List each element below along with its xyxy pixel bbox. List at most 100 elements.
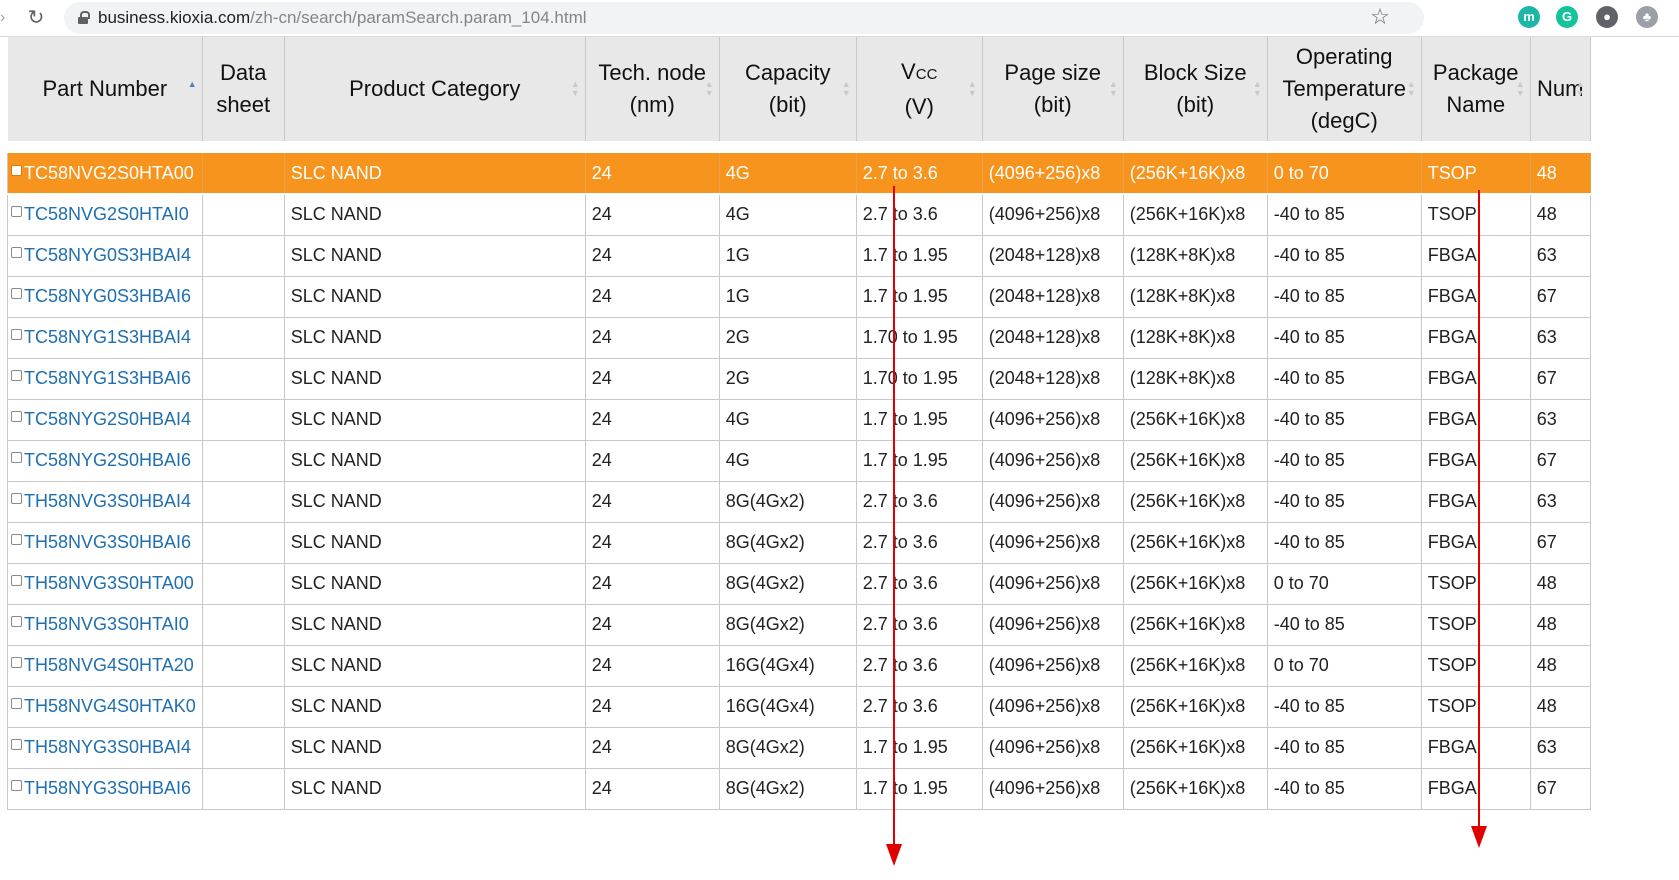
cell-datasheet xyxy=(202,768,285,810)
part-number-link[interactable]: TH58NVG3S0HBAI6 xyxy=(24,532,191,552)
cell-num: 63 xyxy=(1530,235,1591,277)
puzzle-extension-icon[interactable]: ♣ xyxy=(1636,6,1658,28)
table-row[interactable]: TH58NVG3S0HTA00 SLC NAND 24 8G(4Gx2) 2.7 to … xyxy=(7,563,1591,605)
part-number-link[interactable]: TC58NYG2S0HBAI4 xyxy=(24,409,191,429)
column-header-capacity[interactable]: Capacity (bit) ▲ ▼ xyxy=(718,37,857,141)
column-header-product-category[interactable]: Product Category ▲ ▼ xyxy=(283,37,586,141)
row-checkbox[interactable] xyxy=(11,329,22,340)
sort-icon[interactable]: ▲ ▼ xyxy=(1109,80,1118,98)
part-number-link[interactable]: TC58NYG1S3HBAI6 xyxy=(24,368,191,388)
cell-operating-temperature: -40 to 85 xyxy=(1267,727,1422,769)
part-number-link[interactable]: TC58NVG2S0HTA00 xyxy=(24,163,194,183)
column-header-num[interactable]: Num ▲ ▼ xyxy=(1529,37,1591,141)
cell-page-size: (4096+256)x8 xyxy=(982,481,1124,523)
sort-icon[interactable]: ▲ ▼ xyxy=(1576,80,1585,98)
row-checkbox[interactable] xyxy=(11,575,22,586)
column-header-part-number[interactable]: Part Number ▲ ▼ xyxy=(7,37,203,141)
sort-icon[interactable]: ▲ ▼ xyxy=(842,80,851,98)
table-row[interactable]: TH58NVG4S0HTA20 SLC NAND 24 16G(4Gx4) 2.7 to… xyxy=(7,645,1591,687)
sort-icon[interactable]: ▲ ▼ xyxy=(968,80,977,98)
cell-datasheet xyxy=(202,645,285,687)
part-number-link[interactable]: TH58NYG3S0HBAI4 xyxy=(24,737,191,757)
cell-block-size: (256K+16K)x8 xyxy=(1123,440,1268,482)
table-row[interactable]: TH58NVG4S0HTAK0 SLC NAND 24 16G(4Gx4) 2.7 to… xyxy=(7,686,1591,728)
part-number-link[interactable]: TC58NYG2S0HBAI6 xyxy=(24,450,191,470)
table-row[interactable]: TC58NYG1S3HBAI6 SLC NAND 24 2G 1.70 to 1.95(… xyxy=(7,358,1591,400)
column-header-page-size[interactable]: Page size (bit) ▲ ▼ xyxy=(981,37,1124,141)
cell-part-number: TH58NVG4S0HTA20 xyxy=(7,645,203,687)
table-row[interactable]: TH58NVG3S0HBAI4 SLC NAND 24 8G(4Gx2) 2.7 to … xyxy=(7,481,1591,523)
parts-table: Part Number ▲ ▼ Data sheet Product Category ▲ ▼… xyxy=(7,37,1591,810)
part-number-link[interactable]: TC58NYG0S3HBAI4 xyxy=(24,245,191,265)
column-header-label: sheet xyxy=(216,92,271,117)
grammarly-icon[interactable]: G xyxy=(1556,6,1578,28)
table-body: TC58NVG2S0HTA00 SLC NAND 24 4G 2.7 to 3.6 (40… xyxy=(7,141,1591,810)
cell-block-size: (256K+16K)x8 xyxy=(1123,522,1268,564)
column-header-block-size[interactable]: Block Size (bit) ▲ ▼ xyxy=(1122,37,1268,141)
cell-block-size: (128K+8K)x8 xyxy=(1123,235,1268,277)
table-row[interactable]: TC58NYG2S0HBAI6 SLC NAND 24 4G 1.7 to 1.95 (4… xyxy=(7,440,1591,482)
header-spacer xyxy=(7,141,1591,153)
sort-icon[interactable]: ▲ ▼ xyxy=(1516,80,1525,98)
reload-icon[interactable]: ↻ xyxy=(24,6,48,30)
row-checkbox[interactable] xyxy=(11,411,22,422)
part-number-link[interactable]: TH58NVG3S0HBAI4 xyxy=(24,491,191,511)
teal-extension-icon[interactable]: m xyxy=(1518,6,1540,28)
sort-icon[interactable]: ▲ ▼ xyxy=(705,80,714,98)
row-checkbox[interactable] xyxy=(11,739,22,750)
row-checkbox[interactable] xyxy=(11,247,22,258)
cell-page-size: (4096+256)x8 xyxy=(982,768,1124,810)
cell-part-number: TC58NYG0S3HBAI6 xyxy=(7,276,203,318)
address-bar[interactable]: business.kioxia.com/zh-cn/search/paramSe… xyxy=(64,2,1424,34)
table-row[interactable]: TC58NYG1S3HBAI4 SLC NAND 24 2G 1.70 to 1.95(… xyxy=(7,317,1591,359)
row-checkbox[interactable] xyxy=(11,288,22,299)
row-checkbox[interactable] xyxy=(11,493,22,504)
part-number-link[interactable]: TH58NVG4S0HTA20 xyxy=(24,655,194,675)
row-checkbox[interactable] xyxy=(11,370,22,381)
cell-block-size: (256K+16K)x8 xyxy=(1123,645,1268,687)
row-checkbox[interactable] xyxy=(11,698,22,709)
forward-icon[interactable]: › xyxy=(0,8,10,28)
table-row[interactable]: TH58NYG3S0HBAI6 SLC NAND 24 8G(4Gx2) 1.7 to … xyxy=(7,768,1591,810)
sort-icon[interactable]: ▲ ▼ xyxy=(571,80,580,98)
table-row[interactable]: TC58NVG2S0HTAI0 SLC NAND 24 4G 2.7 to 3.6 (40… xyxy=(7,194,1591,236)
column-header-tech-node[interactable]: Tech. node (nm) ▲ ▼ xyxy=(584,37,720,141)
cell-product-category: SLC NAND xyxy=(284,358,586,400)
part-number-link[interactable]: TH58NYG3S0HBAI6 xyxy=(24,778,191,798)
column-header-package-name[interactable]: Package Name ▲ ▼ xyxy=(1420,37,1531,141)
part-number-link[interactable]: TH58NVG3S0HTAI0 xyxy=(24,614,189,634)
part-number-link[interactable]: TC58NVG2S0HTAI0 xyxy=(24,204,189,224)
column-header-label: Page size xyxy=(1004,60,1102,85)
row-checkbox[interactable] xyxy=(11,452,22,463)
table-row[interactable]: TC58NYG0S3HBAI6 SLC NAND 24 1G 1.7 to 1.95 (2… xyxy=(7,276,1591,318)
bookmark-star-icon[interactable]: ☆ xyxy=(1368,5,1392,29)
table-row[interactable]: TC58NYG2S0HBAI4 SLC NAND 24 4G 1.7 to 1.95 (4… xyxy=(7,399,1591,441)
sort-ascending-icon[interactable]: ▲ ▼ xyxy=(188,80,197,98)
row-checkbox[interactable] xyxy=(11,206,22,218)
part-number-link[interactable]: TC58NYG1S3HBAI4 xyxy=(24,327,191,347)
part-number-link[interactable]: TC58NYG0S3HBAI6 xyxy=(24,286,191,306)
row-checkbox[interactable] xyxy=(11,780,22,791)
table-row-selected[interactable]: TC58NVG2S0HTA00 SLC NAND 24 4G 2.7 to 3.6 (40… xyxy=(7,153,1591,195)
sort-icon[interactable]: ▲ ▼ xyxy=(1253,80,1262,98)
part-number-link[interactable]: TH58NVG4S0HTAK0 xyxy=(24,696,196,716)
row-checkbox[interactable] xyxy=(11,616,22,627)
column-header-operating-temperature[interactable]: Operating Temperature (degC) ▲ ▼ xyxy=(1266,37,1422,141)
incognito-icon[interactable]: ● xyxy=(1596,6,1618,28)
row-checkbox[interactable] xyxy=(11,657,22,668)
column-header-vcc[interactable]: VCC (V) ▲ ▼ xyxy=(855,37,983,141)
part-number-link[interactable]: TH58NVG3S0HTA00 xyxy=(24,573,194,593)
url-text[interactable]: business.kioxia.com/zh-cn/search/paramSe… xyxy=(98,8,587,28)
table-row[interactable]: TH58NVG3S0HTAI0 SLC NAND 24 8G(4Gx2) 2.7 to … xyxy=(7,604,1591,646)
sort-icon[interactable]: ▲ ▼ xyxy=(1407,80,1416,98)
table-row[interactable]: TH58NVG3S0HBAI6 SLC NAND 24 8G(4Gx2) 2.7 to … xyxy=(7,522,1591,564)
cell-num: 63 xyxy=(1530,481,1591,523)
cell-package-name: FBGA xyxy=(1421,522,1531,564)
table-row[interactable]: TC58NYG0S3HBAI4 SLC NAND 24 1G 1.7 to 1.95 (2… xyxy=(7,235,1591,277)
table-row[interactable]: TH58NYG3S0HBAI4 SLC NAND 24 8G(4Gx2) 1.7 to … xyxy=(7,727,1591,769)
row-checkbox[interactable] xyxy=(11,164,22,176)
lock-icon[interactable] xyxy=(78,11,90,24)
cell-datasheet xyxy=(202,727,285,769)
cell-num: 48 xyxy=(1530,563,1591,605)
row-checkbox[interactable] xyxy=(11,534,22,545)
